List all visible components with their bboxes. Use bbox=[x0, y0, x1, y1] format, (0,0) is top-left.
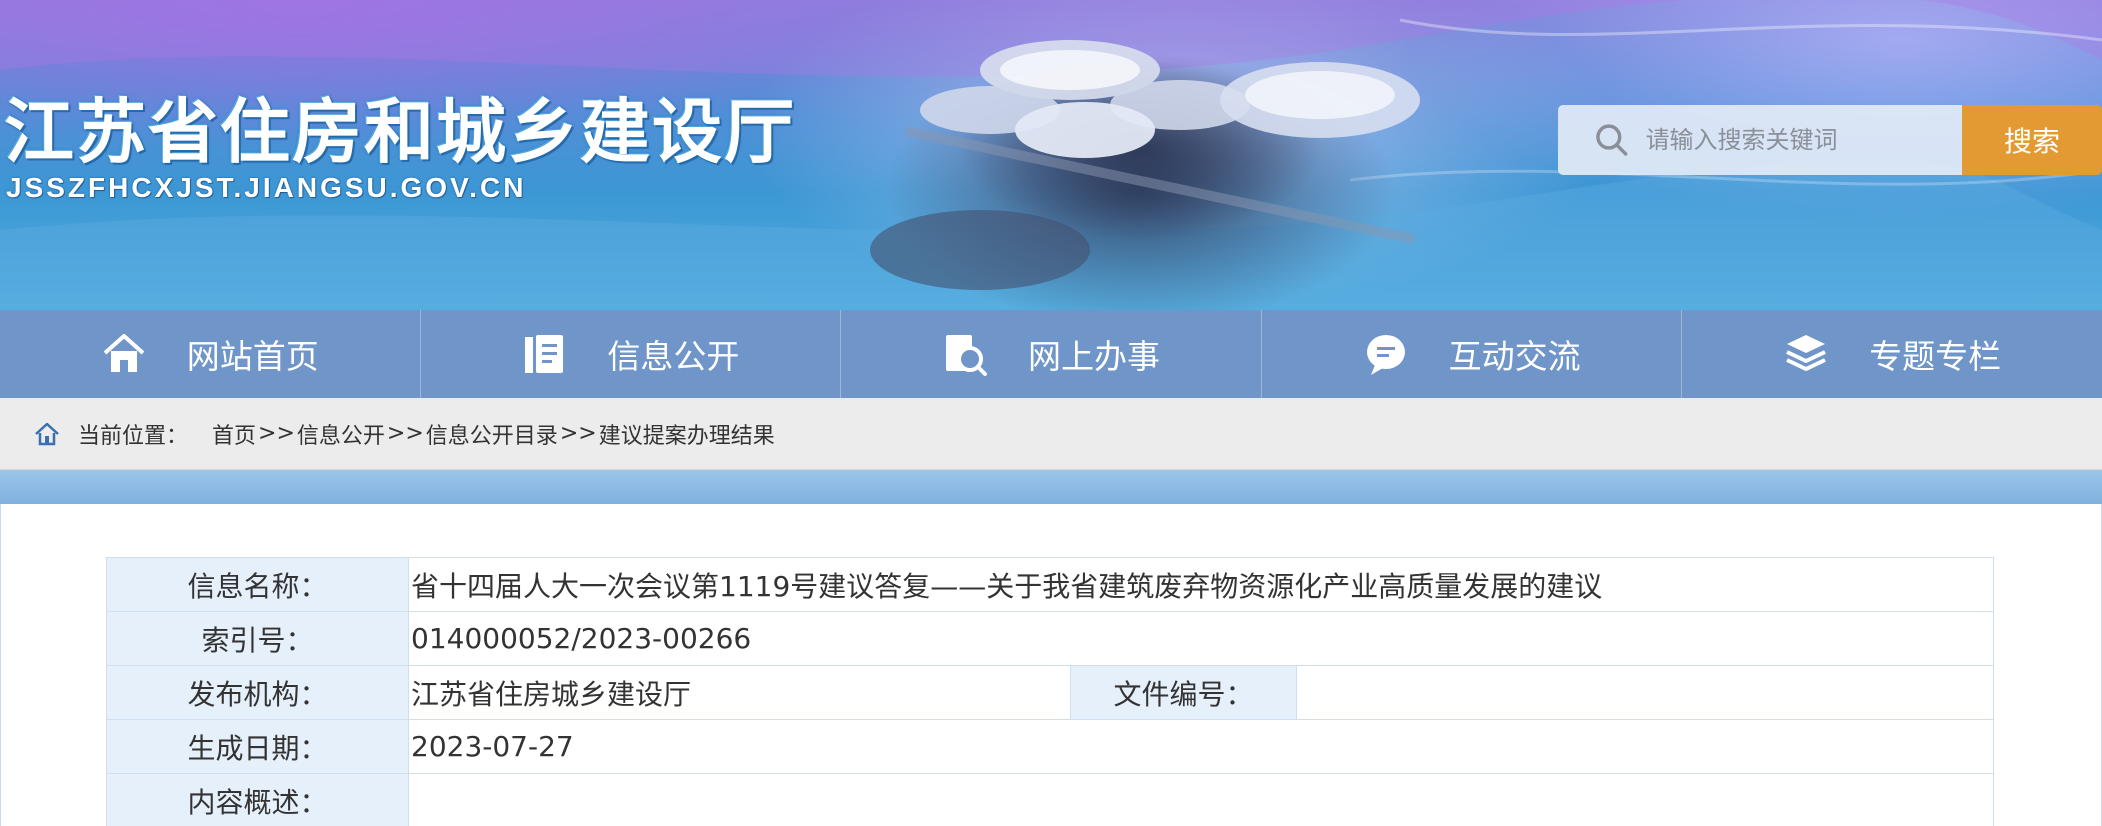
search-input[interactable] bbox=[1645, 126, 1962, 154]
nav-item-interaction[interactable]: 互动交流 bbox=[1262, 310, 1683, 398]
breadcrumb-separator: >> bbox=[386, 421, 424, 446]
breadcrumb-separator: >> bbox=[258, 421, 295, 446]
document-number-value bbox=[1296, 665, 1994, 720]
decorative-band bbox=[0, 470, 2102, 504]
table-row: 索引号： 014000052/2023-00266 bbox=[106, 611, 1994, 666]
nav-item-special-topics[interactable]: 专题专栏 bbox=[1682, 310, 2102, 398]
breadcrumb: 当前位置： 首页 >> 信息公开 >> 信息公开目录 >> 建议提案办理结果 bbox=[0, 398, 2102, 470]
table-row: 生成日期： 2023-07-27 bbox=[106, 719, 1994, 774]
home-icon bbox=[35, 422, 59, 445]
document-number-label: 文件编号： bbox=[1070, 665, 1297, 720]
search-button[interactable]: 搜索 bbox=[1962, 105, 2102, 175]
search-box bbox=[1558, 105, 1962, 175]
site-url: JSSZFHCXJST.JIANGSU.GOV.CN bbox=[6, 172, 527, 203]
date-value: 2023-07-27 bbox=[408, 719, 1994, 774]
nav-item-home[interactable]: 网站首页 bbox=[0, 310, 421, 398]
search-icon bbox=[1596, 124, 1628, 156]
banner-stadium-image bbox=[820, 0, 1460, 310]
nav-item-label: 网站首页 bbox=[186, 337, 319, 376]
nav-item-info-disclosure[interactable]: 信息公开 bbox=[421, 310, 842, 398]
home-icon bbox=[103, 334, 145, 372]
nav-item-label: 网上办事 bbox=[1027, 337, 1160, 376]
info-name-label: 信息名称： bbox=[106, 557, 409, 612]
breadcrumb-label: 当前位置： bbox=[78, 423, 189, 449]
info-table: 信息名称： 省十四届人大一次会议第1119号建议答复——关于我省建筑废弃物资源化… bbox=[106, 557, 1994, 826]
breadcrumb-link-info-disclosure[interactable]: 信息公开 bbox=[297, 418, 385, 450]
chat-bubble-icon bbox=[1366, 335, 1405, 375]
nav-item-online-services[interactable]: 网上办事 bbox=[841, 310, 1262, 398]
publisher-value: 江苏省住房城乡建设厅 bbox=[408, 665, 1071, 720]
breadcrumb-link-proposal-results[interactable]: 建议提案办理结果 bbox=[599, 418, 775, 450]
magnifier-document-icon bbox=[945, 335, 987, 376]
breadcrumb-link-info-catalog[interactable]: 信息公开目录 bbox=[426, 418, 558, 450]
index-number-label: 索引号： bbox=[106, 611, 409, 666]
nav-item-label: 互动交流 bbox=[1448, 337, 1581, 376]
publisher-label: 发布机构： bbox=[106, 665, 409, 720]
summary-value bbox=[408, 773, 1994, 826]
breadcrumb-link-home[interactable]: 首页 bbox=[212, 418, 256, 450]
main-nav: 网站首页 信息公开 网上办事 互动交流 专题专栏 bbox=[0, 310, 2102, 398]
nav-item-label: 信息公开 bbox=[607, 337, 740, 376]
date-label: 生成日期： bbox=[106, 719, 409, 774]
layers-icon bbox=[1786, 335, 1827, 371]
breadcrumb-separator: >> bbox=[559, 421, 597, 446]
document-icon bbox=[525, 335, 564, 373]
table-row: 信息名称： 省十四届人大一次会议第1119号建议答复——关于我省建筑废弃物资源化… bbox=[106, 557, 1994, 612]
nav-item-label: 专题专栏 bbox=[1869, 337, 2002, 376]
site-title[interactable]: 江苏省住房和城乡建设厅 bbox=[4, 76, 796, 177]
table-row: 内容概述： bbox=[106, 773, 1994, 826]
summary-label: 内容概述： bbox=[106, 773, 409, 826]
info-name-value: 省十四届人大一次会议第1119号建议答复——关于我省建筑废弃物资源化产业高质量发… bbox=[408, 557, 1994, 612]
table-row: 发布机构： 江苏省住房城乡建设厅 文件编号： bbox=[106, 665, 1994, 720]
index-number-value: 014000052/2023-00266 bbox=[408, 611, 1994, 666]
